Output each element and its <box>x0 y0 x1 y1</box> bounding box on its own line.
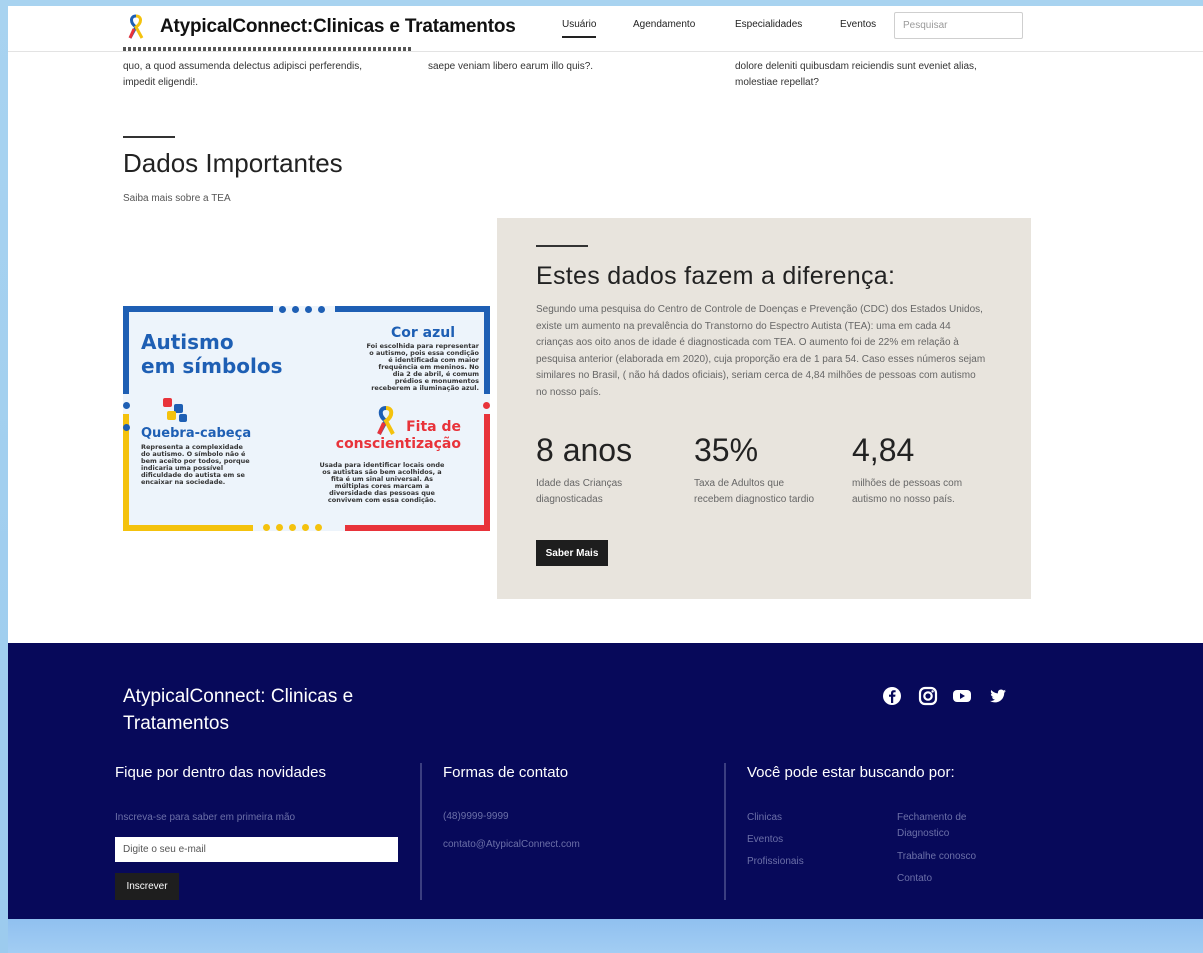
infographic-title: Autismo em símbolos <box>141 330 283 378</box>
nav-eventos[interactable]: Eventos <box>840 19 876 30</box>
footer-divider <box>420 763 422 900</box>
stat-value-population: 4,84 <box>852 432 915 468</box>
puzzle-icon <box>163 398 187 422</box>
footer-link-eventos[interactable]: Eventos <box>747 832 783 848</box>
stat-label-late-diagnosis: Taxa de Adultos que recebem diagnostico … <box>694 478 815 505</box>
subscribe-button[interactable]: Inscrever <box>115 873 179 900</box>
page: AtypicalConnect:Clinicas e Tratamentos U… <box>8 6 1203 919</box>
newsletter-heading: Fique por dentro das novidades <box>115 764 326 781</box>
footer-link-fechamento-diagnostico[interactable]: Fechamento de Diagnostico <box>897 810 967 842</box>
nav-agendamento[interactable]: Agendamento <box>633 19 695 30</box>
clipped-text-fragment <box>123 46 413 54</box>
youtube-icon[interactable] <box>952 686 972 706</box>
autism-symbols-infographic: Autismo em símbolos Cor azul Foi escolhi… <box>123 306 490 531</box>
site-brand[interactable]: AtypicalConnect:Clinicas e Tratamentos <box>160 16 516 38</box>
stat-value-age: 8 anos <box>536 432 633 468</box>
section-title: Dados Importantes <box>123 148 343 178</box>
bottom-band <box>8 919 1203 953</box>
saber-mais-button[interactable]: Saber Mais <box>536 540 608 566</box>
facebook-icon[interactable] <box>882 686 902 706</box>
panel-paragraph: Segundo uma pesquisa do Centro de Contro… <box>536 304 986 398</box>
footer-link-contato[interactable]: Contato <box>897 871 932 887</box>
links-heading: Você pode estar buscando por: <box>747 764 955 781</box>
footer-link-profissionais[interactable]: Profissionais <box>747 854 804 870</box>
cor-azul-title: Cor azul <box>391 325 456 341</box>
footer-divider <box>724 763 726 900</box>
quebra-cabeca-title: Quebra-cabeça <box>141 426 252 441</box>
search-input[interactable] <box>894 12 1023 39</box>
stats-panel: Estes dados fazem a diferença: Segundo u… <box>497 218 1031 599</box>
fita-text: Usada para identificar locais onde os au… <box>319 461 445 504</box>
email-field[interactable] <box>115 837 398 862</box>
footer-link-clinicas[interactable]: Clinicas <box>747 810 782 826</box>
panel-title: Estes dados fazem a diferença: <box>536 262 896 290</box>
column-2-text: saepe veniam libero earum illo quis?. <box>428 61 594 72</box>
nav-usuario[interactable]: Usuário <box>562 19 597 38</box>
cor-azul-text: Foi escolhida para representar o autismo… <box>366 342 480 392</box>
stat-label-population: milhões de pessoas com autismo no nosso … <box>852 478 963 505</box>
contact-email[interactable]: contato@AtypicalConnect.com <box>443 837 580 853</box>
section-rule <box>123 136 175 138</box>
fita-title: Fita de conscientização <box>335 419 461 452</box>
newsletter-text: Inscreva-se para saber em primeira mão <box>115 812 296 823</box>
stat-value-late-diagnosis: 35% <box>694 432 759 468</box>
twitter-icon[interactable] <box>988 686 1008 706</box>
contact-phone[interactable]: (48)9999-9999 <box>443 809 509 825</box>
site-footer: AtypicalConnect: Clinicas e Tratamentos … <box>8 643 1203 919</box>
panel-rule <box>536 245 588 247</box>
column-3-text: dolore deleniti quibusdam reiciendis sun… <box>735 61 977 88</box>
stat-label-age: Idade das Crianças diagnosticadas <box>536 478 623 505</box>
footer-brand: AtypicalConnect: Clinicas e Tratamentos <box>123 686 354 734</box>
awareness-ribbon-icon <box>128 14 144 39</box>
instagram-icon[interactable] <box>918 686 938 706</box>
footer-link-trabalhe-conosco[interactable]: Trabalhe conosco <box>897 849 976 865</box>
column-1-text: quo, a quod assumenda delectus adipisci … <box>123 61 363 88</box>
quebra-cabeca-text: Representa a complexidade do autismo. O … <box>141 443 250 486</box>
nav-especialidades[interactable]: Especialidades <box>735 19 802 30</box>
contact-heading: Formas de contato <box>443 764 569 781</box>
section-subtitle: Saiba mais sobre a TEA <box>123 193 231 204</box>
